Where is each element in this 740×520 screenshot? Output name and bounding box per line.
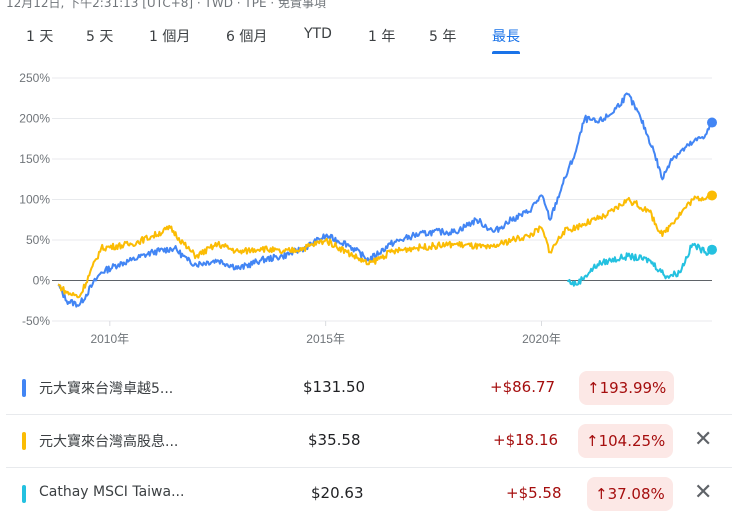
quote-meta: 12月12日, 下午2:31:13 [UTC+8] · TWD · TPE · … (6, 0, 326, 10)
change: +$5.58 (506, 484, 562, 502)
series-color-bar (22, 379, 26, 397)
price: $20.63 (311, 484, 364, 502)
y-tick-label: 150% (19, 152, 50, 166)
change: +$86.77 (490, 378, 556, 396)
series-endpoint-3 (707, 244, 717, 255)
tab-1y[interactable]: 1 年 (368, 26, 395, 46)
y-tick-label: 50% (26, 233, 50, 247)
tab-1d[interactable]: 1 天 (26, 26, 53, 46)
x-tick-label: 2010年 (90, 332, 129, 346)
percent-badge: ↑193.99% (579, 371, 675, 405)
tab-ytd[interactable]: YTD (304, 26, 332, 42)
price-chart[interactable]: 250% 200% 150% 100% 50% 0% -50% 2010年 2015年 2020年 (0, 60, 740, 360)
table-row[interactable]: 元大寶來台灣卓越5... $131.50 +$86.77 ↑193.99% (6, 362, 732, 415)
tab-5d[interactable]: 5 天 (86, 26, 113, 46)
series-line-2 (57, 194, 713, 299)
remove-close-icon[interactable]: ✕ (694, 427, 712, 452)
y-tick-label: 200% (19, 112, 50, 126)
x-tick-label: 2020年 (522, 332, 561, 346)
series-line-3 (566, 242, 713, 287)
y-tick-label: -50% (22, 314, 50, 328)
series-color-bar (22, 485, 26, 503)
series-endpoint-2 (707, 190, 717, 201)
y-tick-label: 250% (19, 71, 50, 85)
tab-5y[interactable]: 5 年 (429, 26, 456, 46)
remove-close-icon[interactable]: ✕ (694, 480, 712, 505)
tab-1m[interactable]: 1 個月 (149, 26, 190, 46)
price: $131.50 (303, 378, 366, 396)
ticker-name: 元大寶來台灣高股息... (39, 434, 179, 450)
series-endpoint-1 (707, 117, 717, 128)
y-tick-label: 100% (19, 193, 50, 207)
tab-max[interactable]: 最長 (492, 26, 520, 54)
ticker-name: Cathay MSCI Taiwa... (39, 484, 185, 500)
x-tick-label: 2015年 (306, 332, 345, 346)
table-row[interactable]: 元大寶來台灣高股息... $35.58 +$18.16 ↑104.25% ✕ (6, 415, 732, 468)
table-row[interactable]: Cathay MSCI Taiwa... $20.63 +$5.58 ↑37.0… (6, 468, 732, 520)
tab-6m[interactable]: 6 個月 (226, 26, 267, 46)
change: +$18.16 (493, 431, 559, 449)
y-tick-label: 0% (33, 274, 51, 288)
price: $35.58 (308, 431, 361, 449)
percent-badge: ↑104.25% (578, 424, 674, 458)
series-color-bar (22, 432, 26, 450)
ticker-name: 元大寶來台灣卓越5... (39, 381, 174, 397)
percent-badge: ↑37.08% (587, 477, 673, 511)
